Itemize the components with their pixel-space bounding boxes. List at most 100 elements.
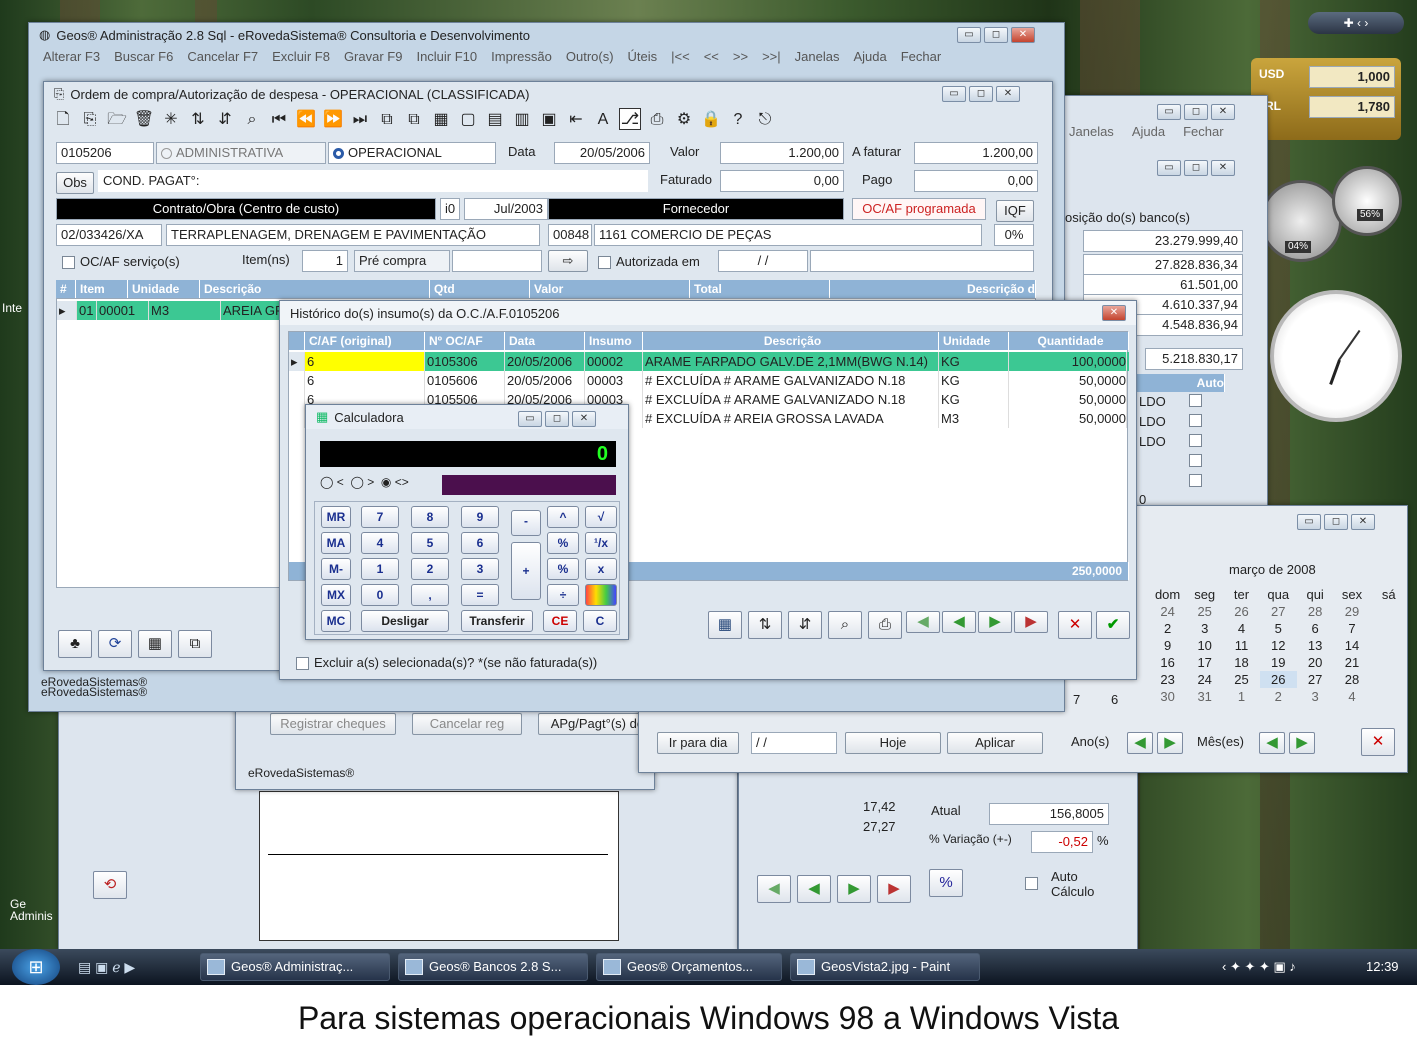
autorizada-checkbox[interactable] [598, 256, 611, 269]
auto-checkbox[interactable] [1189, 454, 1202, 467]
auto-checkbox[interactable] [1189, 394, 1202, 407]
minimize-icon[interactable]: ▭ [1157, 104, 1181, 120]
close-icon[interactable]: ✕ [1211, 104, 1235, 120]
duplicate-icon[interactable]: ⧉ [376, 109, 398, 131]
prev-record-icon[interactable]: ⏪ [295, 109, 317, 131]
window-icon[interactable]: ▢ [457, 109, 479, 131]
autorizada-extra[interactable] [810, 250, 1034, 272]
afaturar-input[interactable]: 1.200,00 [914, 142, 1038, 164]
close-icon[interactable]: ✕ [1102, 305, 1126, 321]
desligar-button[interactable]: Desligar [361, 610, 449, 632]
transferir-button[interactable]: Transferir [461, 610, 533, 632]
multiply-button[interactable]: x [585, 558, 617, 580]
key-4[interactable]: 4 [361, 532, 399, 554]
order-code[interactable]: 0105206 [56, 142, 154, 164]
sort-za-icon[interactable]: ⇵ [214, 109, 236, 131]
next-button[interactable]: ▶ [978, 611, 1012, 633]
link-icon[interactable]: ⧉ [403, 109, 425, 131]
percent-calc-button[interactable]: % [929, 869, 963, 897]
fornecedor-code[interactable]: 00848 [548, 224, 592, 246]
menu-item[interactable]: Ajuda [853, 49, 886, 64]
ir-para-dia-button[interactable]: Ir para dia [657, 732, 739, 754]
calculator-mode[interactable]: ◯ < ◯ > ◉ <> [320, 475, 409, 489]
variacao-value[interactable]: -0,52 [1031, 831, 1093, 853]
first-record-icon[interactable]: ⏮ [268, 109, 290, 131]
key-0[interactable]: 0 [361, 584, 399, 606]
task-geos-admin[interactable]: Geos® Administraç... [200, 953, 390, 981]
registrar-cheques-button[interactable]: Registrar cheques [270, 713, 396, 735]
hoje-button[interactable]: Hoje [845, 732, 941, 754]
menu-item[interactable]: << [704, 49, 719, 64]
exclude-checkbox[interactable] [296, 657, 309, 670]
precompra-button[interactable]: ⇨ [548, 250, 588, 272]
close-icon[interactable]: ✕ [572, 411, 596, 427]
radio-operacional[interactable]: OPERACIONAL [328, 142, 496, 164]
prev-button[interactable]: ◀ [797, 875, 831, 903]
mr-button[interactable]: MR [321, 506, 351, 528]
first-button[interactable]: ◀ [757, 875, 791, 903]
valor-input[interactable]: 1.200,00 [720, 142, 844, 164]
calendar-grid[interactable]: dom seg ter qua qui sex sá 24 25 26 27 28 29 234567… [1149, 586, 1407, 705]
desktop-icon-admin[interactable]: Ge Adminis [10, 898, 60, 922]
next-button[interactable]: ▶ [837, 875, 871, 903]
date-input[interactable]: / / [751, 732, 837, 754]
calculator-icon[interactable]: ▣ [538, 109, 560, 131]
next-month-button[interactable]: ▶ [1289, 732, 1315, 754]
sqrt-button[interactable]: √ [585, 506, 617, 528]
tree-icon[interactable]: ♣ [58, 630, 92, 658]
history-icon[interactable]: ⎇ [619, 108, 641, 130]
minimize-icon[interactable]: ▭ [518, 411, 542, 427]
key-6[interactable]: 6 [461, 532, 499, 554]
key-1[interactable]: 1 [361, 558, 399, 580]
maximize-icon[interactable]: ◻ [984, 27, 1008, 43]
precompra-input[interactable] [452, 250, 542, 272]
obs-text[interactable]: COND. PAGAT°: [98, 170, 648, 192]
key-9[interactable]: 9 [461, 506, 499, 528]
auto-checkbox[interactable] [1189, 474, 1202, 487]
minus-button[interactable]: - [511, 510, 541, 536]
windows-icon[interactable]: ⧉ [178, 630, 212, 658]
menu-item[interactable]: |<< [671, 49, 690, 64]
open-icon[interactable]: 🗁 [106, 109, 128, 131]
prev-year-button[interactable]: ◀ [1127, 732, 1153, 754]
radio-administrativa[interactable]: ADMINISTRATIVA [156, 142, 326, 164]
divide-button[interactable]: ÷ [547, 584, 579, 606]
power-button[interactable]: ^ [547, 506, 579, 528]
cancel-button[interactable]: ✕ [1058, 611, 1092, 639]
close-icon[interactable]: ✕ [1211, 160, 1235, 176]
calculator-button[interactable]: ▦ [708, 611, 742, 639]
copy-icon[interactable]: ⎘ [79, 109, 101, 131]
menu-item[interactable]: >> [733, 49, 748, 64]
menu-item[interactable]: Janelas [795, 49, 840, 64]
confirm-button[interactable]: ✔ [1096, 611, 1130, 639]
task-paint[interactable]: GeosVista2.jpg - Paint [790, 953, 980, 981]
faturado-input[interactable]: 0,00 [720, 170, 844, 192]
calendar-icon[interactable]: ▥ [511, 109, 533, 131]
table-row[interactable]: ▸ 01 00001 M3 AREIA GF [57, 301, 317, 320]
menu-item[interactable]: >>| [762, 49, 781, 64]
minimize-icon[interactable]: ▭ [942, 86, 966, 102]
menu-item[interactable]: Cancelar F7 [187, 49, 258, 64]
menu-item[interactable]: Gravar F9 [344, 49, 403, 64]
key-2[interactable]: 2 [411, 558, 449, 580]
menu-item[interactable]: Impressão [491, 49, 552, 64]
cancelar-reg-button[interactable]: Cancelar reg [412, 713, 522, 735]
key-equals[interactable]: = [461, 584, 499, 606]
key-7[interactable]: 7 [361, 506, 399, 528]
last-record-icon[interactable]: ⏭ [349, 109, 371, 131]
grid-icon[interactable]: ▦ [430, 109, 452, 131]
iqf-button[interactable]: IQF [996, 200, 1034, 222]
quick-launch[interactable]: ▤ ▣ ℯ ▶ [78, 959, 135, 976]
menu-item[interactable]: Incluir F10 [416, 49, 477, 64]
maximize-icon[interactable]: ◻ [969, 86, 993, 102]
print-icon[interactable]: ⎙ [646, 109, 668, 131]
maximize-icon[interactable]: ◻ [1184, 104, 1208, 120]
contrato-date[interactable]: Jul/2003 [464, 198, 548, 220]
undo-button[interactable]: ⟲ [93, 871, 127, 899]
obs-button[interactable]: Obs [56, 172, 94, 194]
next-year-button[interactable]: ▶ [1157, 732, 1183, 754]
close-icon[interactable]: ✕ [1351, 514, 1375, 530]
maximize-icon[interactable]: ◻ [545, 411, 569, 427]
auto-checkbox[interactable] [1189, 434, 1202, 447]
gadget-controls[interactable]: ✚ ‹ › [1308, 12, 1404, 34]
